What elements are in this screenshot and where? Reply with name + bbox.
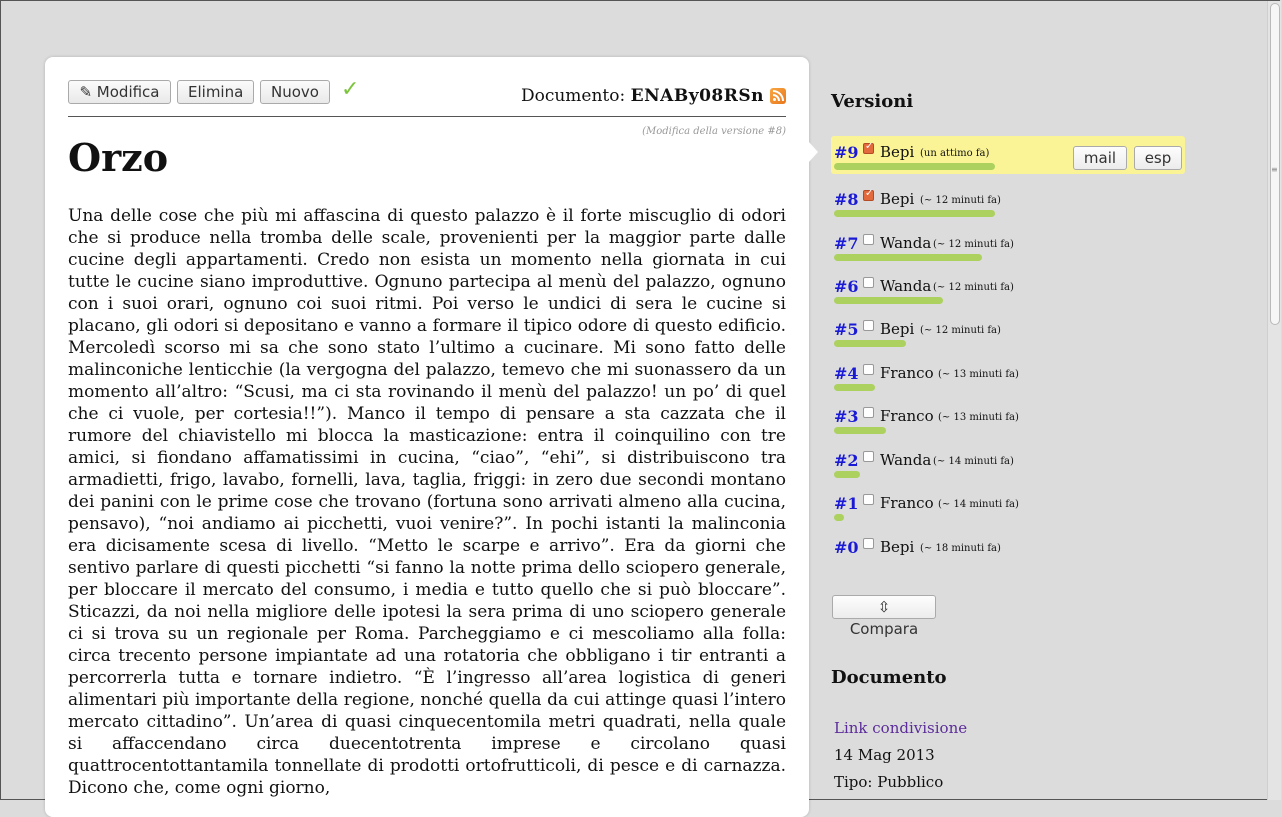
delete-button[interactable]: Elimina xyxy=(177,80,254,104)
document-card: ✎ Modifica Elimina Nuovo ✓ Documento: EN… xyxy=(45,57,809,817)
version-number-link[interactable]: #7 xyxy=(834,234,859,253)
version-number-link[interactable]: #3 xyxy=(834,407,859,426)
version-checkbox[interactable] xyxy=(863,188,874,201)
version-time: (un attimo fa) xyxy=(920,148,990,159)
version-time: (~ 14 minuti fa) xyxy=(933,456,1014,467)
version-change-bar xyxy=(834,471,860,478)
edit-note: (Modifica della versione #8) xyxy=(642,126,786,137)
page-title: Orzo xyxy=(68,135,169,180)
mail-button[interactable]: mail xyxy=(1073,146,1127,170)
version-row: #1 Franco (~ 14 minuti fa) xyxy=(831,487,1185,525)
version-row: #6 Wanda (~ 12 minuti fa) xyxy=(831,270,1185,308)
version-checkbox[interactable] xyxy=(863,364,874,375)
version-number-link[interactable]: #0 xyxy=(834,538,859,557)
version-change-bar xyxy=(834,254,982,261)
version-row: #5 Bepi (~ 12 minuti fa) xyxy=(831,313,1185,351)
document-id-label: Documento: ENABy08RSn xyxy=(521,86,764,106)
version-change-bar xyxy=(834,210,995,217)
new-button[interactable]: Nuovo xyxy=(260,80,330,104)
document-id: ENABy08RSn xyxy=(630,86,764,106)
version-author: Bepi xyxy=(880,320,915,338)
version-row: #8 Bepi (~ 12 minuti fa) xyxy=(831,183,1185,221)
document-toolbar: ✎ Modifica Elimina Nuovo ✓ Documento: EN… xyxy=(68,77,786,117)
version-number-link[interactable]: #2 xyxy=(834,451,859,470)
version-row: #7 Wanda (~ 12 minuti fa) xyxy=(831,227,1185,265)
version-number-link[interactable]: #8 xyxy=(834,190,859,209)
version-change-bar xyxy=(834,163,995,170)
version-number-link[interactable]: #5 xyxy=(834,320,859,339)
version-author: Franco xyxy=(880,494,934,512)
rss-icon[interactable] xyxy=(770,88,786,104)
version-author: Wanda xyxy=(880,277,932,295)
version-change-bar xyxy=(834,427,886,434)
version-number-link[interactable]: #9 xyxy=(834,143,859,162)
edit-button[interactable]: ✎ Modifica xyxy=(68,80,171,104)
scrollbar-grip-icon: ≡ xyxy=(1271,165,1278,174)
version-change-bar xyxy=(834,340,906,347)
version-time: (~ 14 minuti fa) xyxy=(938,499,1019,510)
version-row: #4 Franco (~ 13 minuti fa) xyxy=(831,357,1185,395)
version-checkbox[interactable] xyxy=(863,451,874,462)
version-checkbox[interactable] xyxy=(863,141,874,154)
version-number-link[interactable]: #1 xyxy=(834,494,859,513)
version-author: Franco xyxy=(880,407,934,425)
version-time: (~ 12 minuti fa) xyxy=(933,239,1014,250)
version-time: (~ 12 minuti fa) xyxy=(920,195,1001,206)
version-row: #3 Franco (~ 13 minuti fa) xyxy=(831,400,1185,438)
check-icon: ✓ xyxy=(341,77,360,102)
version-row: #2 Wanda (~ 14 minuti fa) xyxy=(831,444,1185,482)
version-author: Franco xyxy=(880,364,934,382)
version-checkbox[interactable] xyxy=(863,494,874,505)
version-change-bar xyxy=(834,297,943,304)
version-checkbox[interactable] xyxy=(863,234,874,245)
compare-button[interactable]: ⇳ Compara xyxy=(832,595,936,638)
scrollbar-thumb[interactable] xyxy=(1270,3,1280,325)
version-time: (~ 18 minuti fa) xyxy=(920,543,1001,554)
version-author: Bepi xyxy=(880,538,915,556)
version-number-link[interactable]: #4 xyxy=(834,364,859,383)
version-author: Bepi xyxy=(880,190,915,208)
version-number-link[interactable]: #6 xyxy=(834,277,859,296)
version-author: Wanda xyxy=(880,234,932,252)
document-type: Tipo: Pubblico xyxy=(834,773,944,791)
version-time: (~ 13 minuti fa) xyxy=(938,369,1019,380)
document-info-heading: Documento xyxy=(831,667,947,688)
version-author: Bepi xyxy=(880,143,915,161)
versions-heading: Versioni xyxy=(831,91,914,112)
version-checkbox[interactable] xyxy=(863,320,874,331)
document-date: 14 Mag 2013 xyxy=(834,746,935,764)
version-checkbox[interactable] xyxy=(863,538,874,549)
version-checkbox[interactable] xyxy=(863,277,874,288)
version-time: (~ 12 minuti fa) xyxy=(933,282,1014,293)
version-change-bar xyxy=(834,514,844,521)
document-label: Documento: xyxy=(520,86,626,106)
share-link[interactable]: Link condivisione xyxy=(834,719,967,737)
version-time: (~ 12 minuti fa) xyxy=(920,325,1001,336)
version-time: (~ 13 minuti fa) xyxy=(938,412,1019,423)
version-author: Wanda xyxy=(880,451,932,469)
version-change-bar xyxy=(834,384,875,391)
version-row: #9 Bepi (un attimo fa) mailesp xyxy=(831,136,1185,174)
version-row: #0 Bepi (~ 18 minuti fa) xyxy=(831,531,1185,569)
version-checkbox[interactable] xyxy=(863,407,874,418)
document-body: Una delle cose che più mi affascina di q… xyxy=(68,206,786,798)
scrollbar[interactable]: ≡ xyxy=(1267,1,1281,800)
export-button[interactable]: esp xyxy=(1134,146,1182,170)
active-version-pointer xyxy=(808,141,818,163)
